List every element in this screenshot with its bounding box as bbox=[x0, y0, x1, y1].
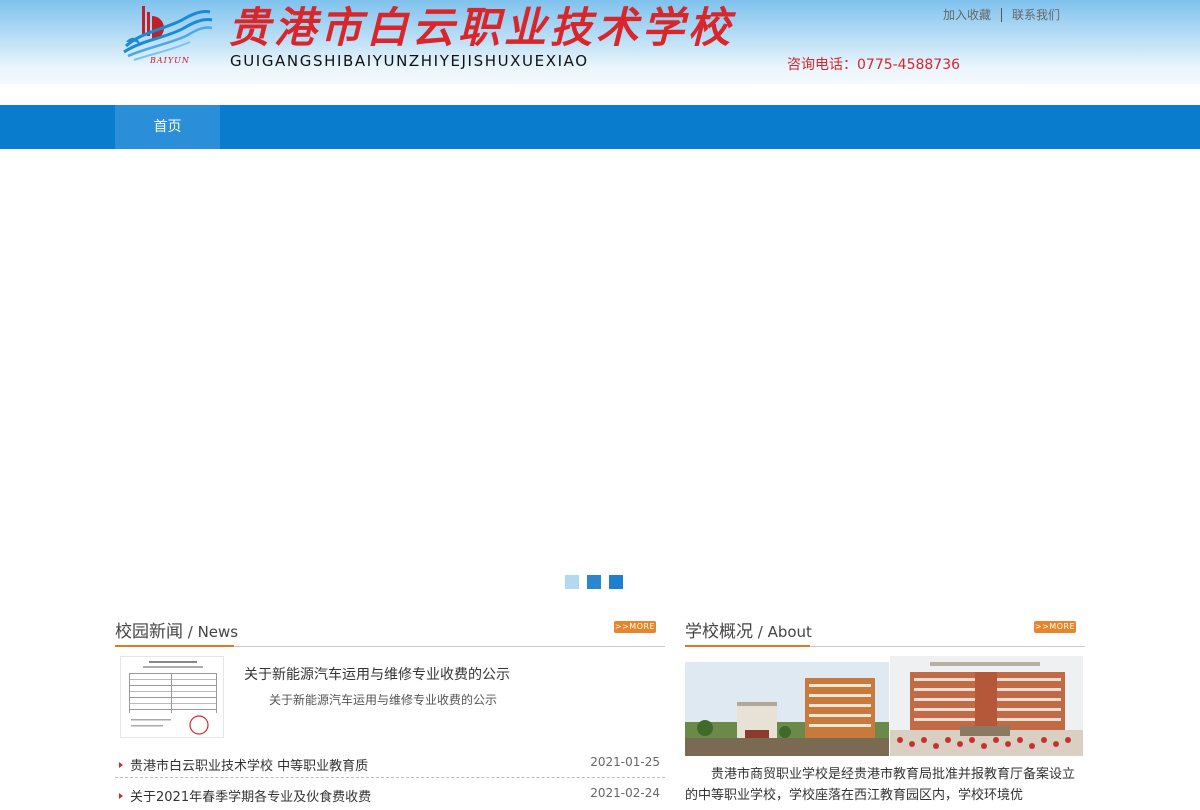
news-list-item[interactable]: 关于2021年春季学期各专业及伙食费收费 2021-02-24 bbox=[115, 786, 665, 810]
news-title-en: / News bbox=[183, 623, 239, 641]
logo-wordmark: BAIYUN bbox=[150, 56, 190, 65]
hotline-label: 咨询电话： bbox=[787, 57, 857, 73]
add-favorite-link[interactable]: 加入收藏 bbox=[943, 8, 991, 22]
about-more-button[interactable]: >>MORE bbox=[1034, 621, 1076, 633]
hotline: 咨询电话：0775-4588736 bbox=[787, 54, 960, 74]
site-header: BAIYUN 贵港市白云职业技术学校 GUIGANGSHIBAIYUNZHIYE… bbox=[0, 0, 1200, 84]
news-more-button[interactable]: >>MORE bbox=[614, 621, 656, 633]
news-section-title: 校园新闻 / News bbox=[115, 617, 238, 642]
row-divider bbox=[115, 777, 665, 778]
main-nav: 首页 bbox=[0, 105, 1200, 149]
about-accent-bar bbox=[685, 645, 810, 647]
news-featured-title[interactable]: 关于新能源汽车运用与维修专业收费的公示 bbox=[244, 664, 510, 684]
bullet-icon bbox=[119, 793, 123, 799]
about-title-cn: 学校概况 bbox=[685, 622, 753, 642]
slider-dot-2[interactable] bbox=[587, 575, 601, 589]
banner-slider bbox=[0, 149, 1200, 599]
link-divider bbox=[1001, 8, 1003, 22]
top-links: 加入收藏 联系我们 bbox=[943, 6, 1060, 23]
bullet-icon bbox=[119, 762, 123, 768]
slider-dot-3[interactable] bbox=[609, 575, 623, 589]
nav-item-home[interactable]: 首页 bbox=[115, 105, 220, 149]
news-accent-bar bbox=[115, 645, 234, 647]
about-title-en: / About bbox=[753, 623, 812, 641]
news-item-date: 2021-02-24 bbox=[590, 786, 660, 800]
news-list-item[interactable]: 贵港市白云职业技术学校 中等职业教育质 2021-01-25 bbox=[115, 755, 665, 779]
contact-us-link[interactable]: 联系我们 bbox=[1012, 8, 1060, 22]
school-name[interactable]: 贵港市白云职业技术学校 bbox=[228, 2, 734, 54]
slider-dot-1[interactable] bbox=[565, 575, 579, 589]
news-featured-thumbnail[interactable] bbox=[120, 656, 224, 738]
news-title-cn: 校园新闻 bbox=[115, 622, 183, 642]
news-item-title[interactable]: 贵港市白云职业技术学校 中等职业教育质 bbox=[130, 755, 368, 774]
about-section-title: 学校概况 / About bbox=[685, 617, 812, 642]
hotline-number: 0775-4588736 bbox=[857, 57, 961, 73]
school-building-photo[interactable] bbox=[685, 662, 889, 756]
school-campus-photo[interactable] bbox=[890, 656, 1083, 756]
news-featured-desc: 关于新能源汽车运用与维修专业收费的公示 bbox=[269, 693, 498, 707]
news-item-title[interactable]: 关于2021年春季学期各专业及伙食费收费 bbox=[130, 786, 371, 805]
news-item-date: 2021-01-25 bbox=[590, 755, 660, 769]
school-pinyin: GUIGANGSHIBAIYUNZHIYEJISHUXUEXIAO bbox=[230, 52, 589, 70]
